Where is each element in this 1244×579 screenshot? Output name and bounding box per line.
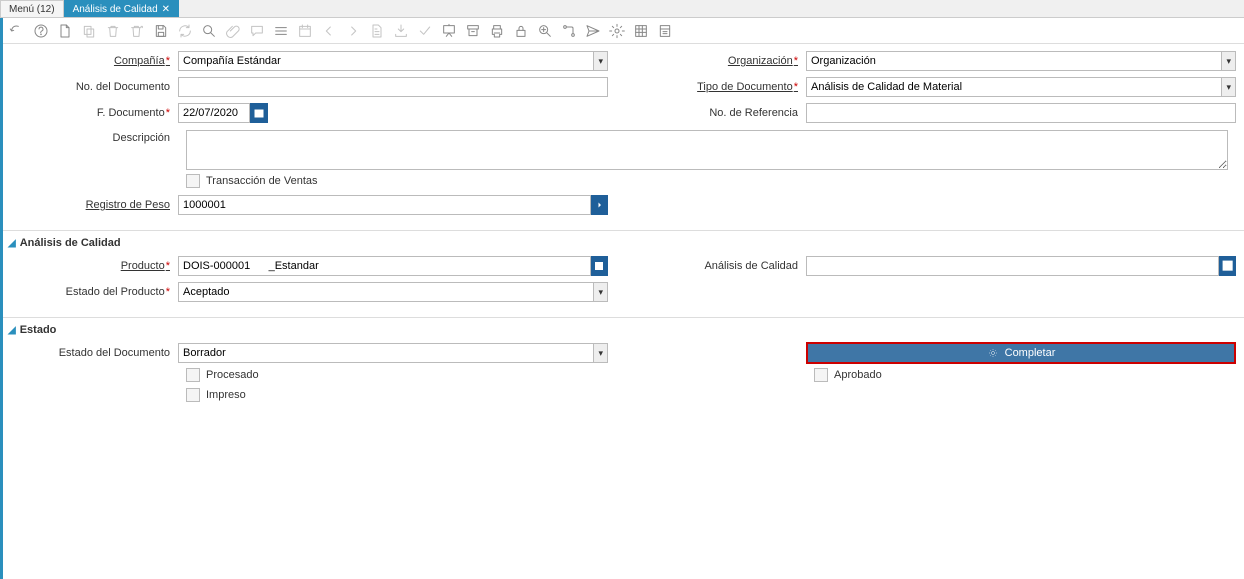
new-icon[interactable] xyxy=(56,22,74,40)
gear-icon[interactable] xyxy=(608,22,626,40)
back-icon[interactable] xyxy=(8,22,26,40)
tab-menu[interactable]: Menú (12) xyxy=(0,0,64,17)
salestrx-checkbox[interactable] xyxy=(186,174,200,188)
docno-field[interactable] xyxy=(178,77,608,97)
prodstatus-dropdown-icon[interactable]: ▾ xyxy=(594,282,608,302)
product-field[interactable] xyxy=(178,256,591,276)
pos-icon[interactable] xyxy=(656,22,674,40)
chat-icon[interactable] xyxy=(248,22,266,40)
help-icon[interactable] xyxy=(32,22,50,40)
archive-icon[interactable] xyxy=(464,22,482,40)
print-icon[interactable] xyxy=(488,22,506,40)
prev-icon[interactable] xyxy=(320,22,338,40)
approved-checkbox[interactable] xyxy=(814,368,828,382)
list-icon[interactable] xyxy=(272,22,290,40)
copy-icon[interactable] xyxy=(80,22,98,40)
lock-icon[interactable] xyxy=(512,22,530,40)
doctype-label: Tipo de Documento xyxy=(636,81,806,93)
prodstatus-label: Estado del Producto xyxy=(8,286,178,298)
qa-field[interactable] xyxy=(806,256,1219,276)
weightrec-go-icon[interactable] xyxy=(591,195,608,215)
next-icon[interactable] xyxy=(344,22,362,40)
refresh-icon[interactable] xyxy=(176,22,194,40)
gear-icon xyxy=(987,347,999,359)
qa-label: Análisis de Calidad xyxy=(636,260,806,272)
delete-all-icon[interactable] xyxy=(128,22,146,40)
workflow-icon[interactable] xyxy=(560,22,578,40)
org-dropdown-icon[interactable]: ▾ xyxy=(1222,51,1236,71)
processed-label: Procesado xyxy=(206,369,259,381)
docno-label: No. del Documento xyxy=(8,81,178,93)
export-icon[interactable] xyxy=(392,22,410,40)
company-field[interactable] xyxy=(178,51,594,71)
calendar-picker-icon[interactable] xyxy=(250,103,268,123)
docstatus-label: Estado del Documento xyxy=(8,347,178,359)
delete-icon[interactable] xyxy=(104,22,122,40)
org-field[interactable] xyxy=(806,51,1222,71)
weightrec-label: Registro de Peso xyxy=(8,199,178,211)
doctype-dropdown-icon[interactable]: ▾ xyxy=(1222,77,1236,97)
company-label: Compañía xyxy=(8,55,178,67)
tab-quality-analysis[interactable]: Análisis de Calidad ✕ xyxy=(64,0,179,17)
approved-label: Aprobado xyxy=(834,369,882,381)
close-icon[interactable]: ✕ xyxy=(162,4,170,15)
weightrec-field[interactable] xyxy=(178,195,591,215)
salestrx-label: Transacción de Ventas xyxy=(206,175,318,187)
caret-down-icon: ◢ xyxy=(8,238,16,249)
attach-icon[interactable] xyxy=(224,22,242,40)
printed-label: Impreso xyxy=(206,389,246,401)
desc-field[interactable] xyxy=(186,130,1228,170)
docdate-field[interactable] xyxy=(178,103,250,123)
caret-down-icon: ◢ xyxy=(8,325,16,336)
qa-lookup-icon[interactable] xyxy=(1219,256,1236,276)
desc-label: Descripción xyxy=(8,128,178,144)
docstatus-field[interactable] xyxy=(178,343,594,363)
docstatus-dropdown-icon[interactable]: ▾ xyxy=(594,343,608,363)
report-icon[interactable] xyxy=(368,22,386,40)
refno-label: No. de Referencia xyxy=(636,107,806,119)
tab-menu-label: Menú (12) xyxy=(9,4,55,15)
save-icon[interactable] xyxy=(152,22,170,40)
processed-checkbox[interactable] xyxy=(186,368,200,382)
prodstatus-field[interactable] xyxy=(178,282,594,302)
product-label: Producto xyxy=(8,260,178,272)
status-section-title: Estado xyxy=(20,324,57,336)
printed-checkbox[interactable] xyxy=(186,388,200,402)
qa-section-header[interactable]: ◢ Análisis de Calidad xyxy=(8,237,1236,249)
qa-section-title: Análisis de Calidad xyxy=(20,237,121,249)
complete-button[interactable]: Completar xyxy=(806,342,1236,364)
check-icon[interactable] xyxy=(416,22,434,40)
csv-icon[interactable] xyxy=(632,22,650,40)
status-section-header[interactable]: ◢ Estado xyxy=(8,324,1236,336)
calendar-icon[interactable] xyxy=(296,22,314,40)
send-icon[interactable] xyxy=(584,22,602,40)
tab-quality-analysis-label: Análisis de Calidad xyxy=(73,4,158,15)
company-dropdown-icon[interactable]: ▾ xyxy=(594,51,608,71)
presentation-icon[interactable] xyxy=(440,22,458,40)
refno-field[interactable] xyxy=(806,103,1236,123)
product-lookup-icon[interactable] xyxy=(591,256,608,276)
zoom-icon[interactable] xyxy=(536,22,554,40)
org-label: Organización xyxy=(636,55,806,67)
doctype-field[interactable] xyxy=(806,77,1222,97)
docdate-label: F. Documento xyxy=(8,107,178,119)
complete-button-label: Completar xyxy=(1005,347,1056,359)
search-icon[interactable] xyxy=(200,22,218,40)
